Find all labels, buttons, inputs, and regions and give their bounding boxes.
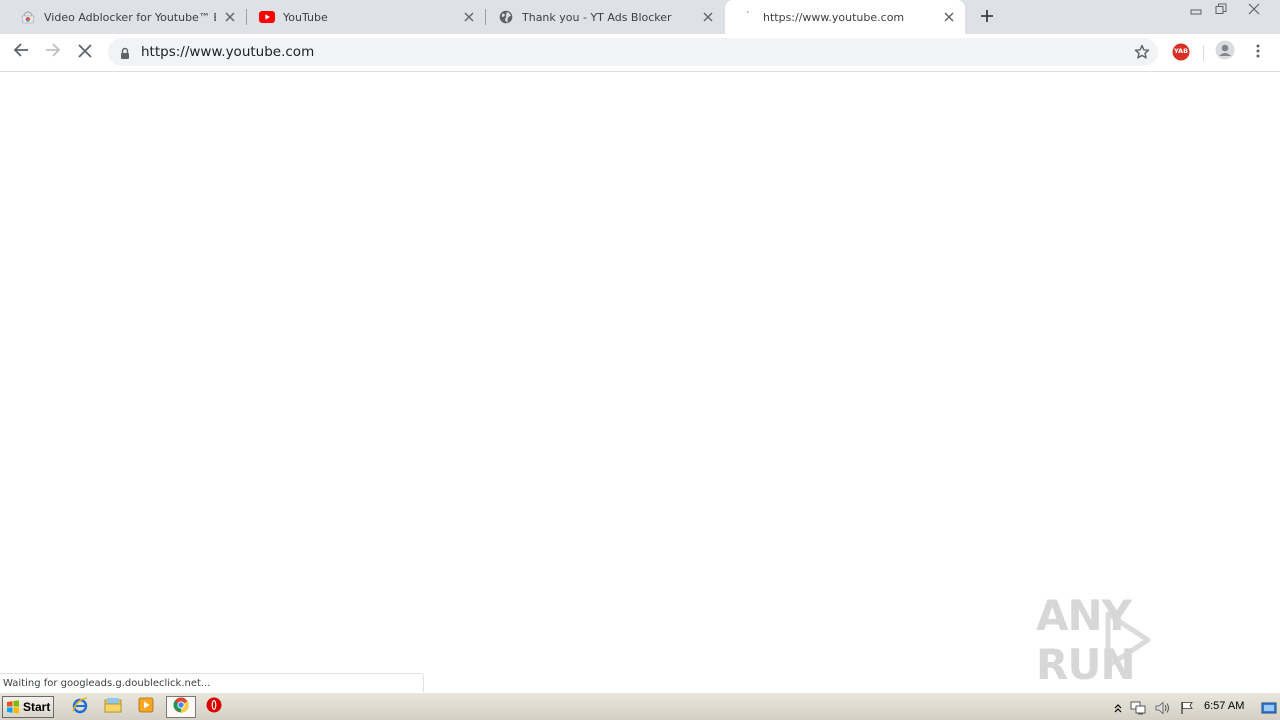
close-tab-icon[interactable] bbox=[222, 9, 238, 25]
windows-logo-icon bbox=[6, 700, 20, 714]
start-button[interactable]: Start bbox=[2, 696, 54, 718]
yt-ads-blocker-extension-button[interactable]: YAB bbox=[1168, 39, 1194, 65]
show-desktop-icon[interactable] bbox=[1261, 700, 1277, 716]
back-button[interactable] bbox=[8, 39, 34, 65]
close-icon bbox=[1248, 0, 1260, 19]
stop-loading-button[interactable] bbox=[72, 39, 98, 65]
close-tab-icon[interactable] bbox=[461, 9, 477, 25]
profile-button[interactable] bbox=[1212, 39, 1238, 65]
extension-badge-text: YAB bbox=[1173, 47, 1189, 55]
taskbar-clock[interactable]: 6:57 AM bbox=[1204, 700, 1244, 712]
yab-extension-icon: YAB bbox=[1172, 43, 1190, 61]
new-tab-button[interactable] bbox=[977, 7, 997, 27]
opera-taskbar-button[interactable] bbox=[202, 696, 226, 718]
media-player-icon bbox=[138, 697, 154, 717]
kebab-menu-icon bbox=[1256, 43, 1260, 62]
loading-icon bbox=[739, 9, 755, 25]
tab-title: Video Adblocker for Youtube™ Extension bbox=[44, 10, 216, 24]
tab-title: https://www.youtube.com bbox=[763, 10, 905, 24]
tab-thank-you[interactable]: Thank you - YT Ads Blocker bbox=[478, 0, 724, 34]
chrome-webstore-icon bbox=[20, 9, 36, 25]
internet-explorer-icon bbox=[71, 696, 89, 718]
plus-icon bbox=[980, 8, 994, 27]
media-player-taskbar-button[interactable] bbox=[134, 696, 158, 718]
windows-taskbar: Start 6:57 AM bbox=[0, 692, 1280, 720]
tab-youtube-loading[interactable]: https://www.youtube.com bbox=[725, 0, 965, 34]
internet-explorer-taskbar-button[interactable] bbox=[68, 696, 92, 718]
avatar-icon bbox=[1215, 40, 1235, 64]
close-window-button[interactable] bbox=[1236, 0, 1272, 18]
minimize-button[interactable] bbox=[1183, 0, 1208, 18]
restore-button[interactable] bbox=[1208, 0, 1233, 18]
browser-window: Video Adblocker for Youtube™ Extension Y… bbox=[0, 0, 1280, 692]
network-icon[interactable] bbox=[1130, 700, 1146, 716]
arrow-left-icon bbox=[13, 42, 29, 62]
chrome-taskbar-button[interactable] bbox=[166, 696, 196, 718]
browser-menu-button[interactable] bbox=[1245, 39, 1271, 65]
action-center-flag-icon[interactable] bbox=[1179, 700, 1195, 716]
restore-icon bbox=[1215, 0, 1227, 19]
arrow-right-icon bbox=[45, 42, 61, 62]
lock-icon[interactable] bbox=[120, 45, 134, 59]
start-label: Start bbox=[23, 700, 51, 714]
folder-icon bbox=[104, 697, 122, 717]
close-tab-icon[interactable] bbox=[700, 9, 716, 25]
toolbar-divider bbox=[1203, 45, 1204, 61]
anyrun-watermark: ANY RUN bbox=[1036, 591, 1236, 689]
globe-icon bbox=[498, 9, 514, 25]
tab-strip: Video Adblocker for Youtube™ Extension Y… bbox=[0, 0, 1280, 34]
forward-button[interactable] bbox=[40, 39, 66, 65]
tab-title: Thank you - YT Ads Blocker bbox=[522, 10, 672, 24]
opera-icon bbox=[206, 697, 222, 717]
minimize-icon bbox=[1190, 0, 1202, 19]
browser-toolbar: https://www.youtube.com YAB bbox=[0, 34, 1280, 72]
tab-title: YouTube bbox=[283, 10, 328, 24]
system-tray: 6:57 AM bbox=[1104, 695, 1280, 719]
bookmark-star-icon[interactable] bbox=[1134, 44, 1150, 60]
chrome-icon bbox=[173, 697, 189, 717]
youtube-icon bbox=[259, 9, 275, 25]
watermark-text: ANY RUN bbox=[1036, 591, 1136, 689]
status-bubble: Waiting for googleads.g.doubleclick.net.… bbox=[0, 673, 424, 692]
close-tab-icon[interactable] bbox=[941, 9, 957, 25]
volume-icon[interactable] bbox=[1155, 700, 1171, 716]
tab-video-adblocker[interactable]: Video Adblocker for Youtube™ Extension bbox=[0, 0, 246, 34]
url-text[interactable]: https://www.youtube.com bbox=[141, 44, 314, 60]
tab-youtube[interactable]: YouTube bbox=[239, 0, 485, 34]
show-hidden-icons-arrow-icon[interactable] bbox=[1110, 700, 1126, 716]
file-explorer-taskbar-button[interactable] bbox=[101, 696, 125, 718]
address-bar[interactable]: https://www.youtube.com bbox=[108, 38, 1158, 66]
stop-icon bbox=[78, 43, 92, 62]
